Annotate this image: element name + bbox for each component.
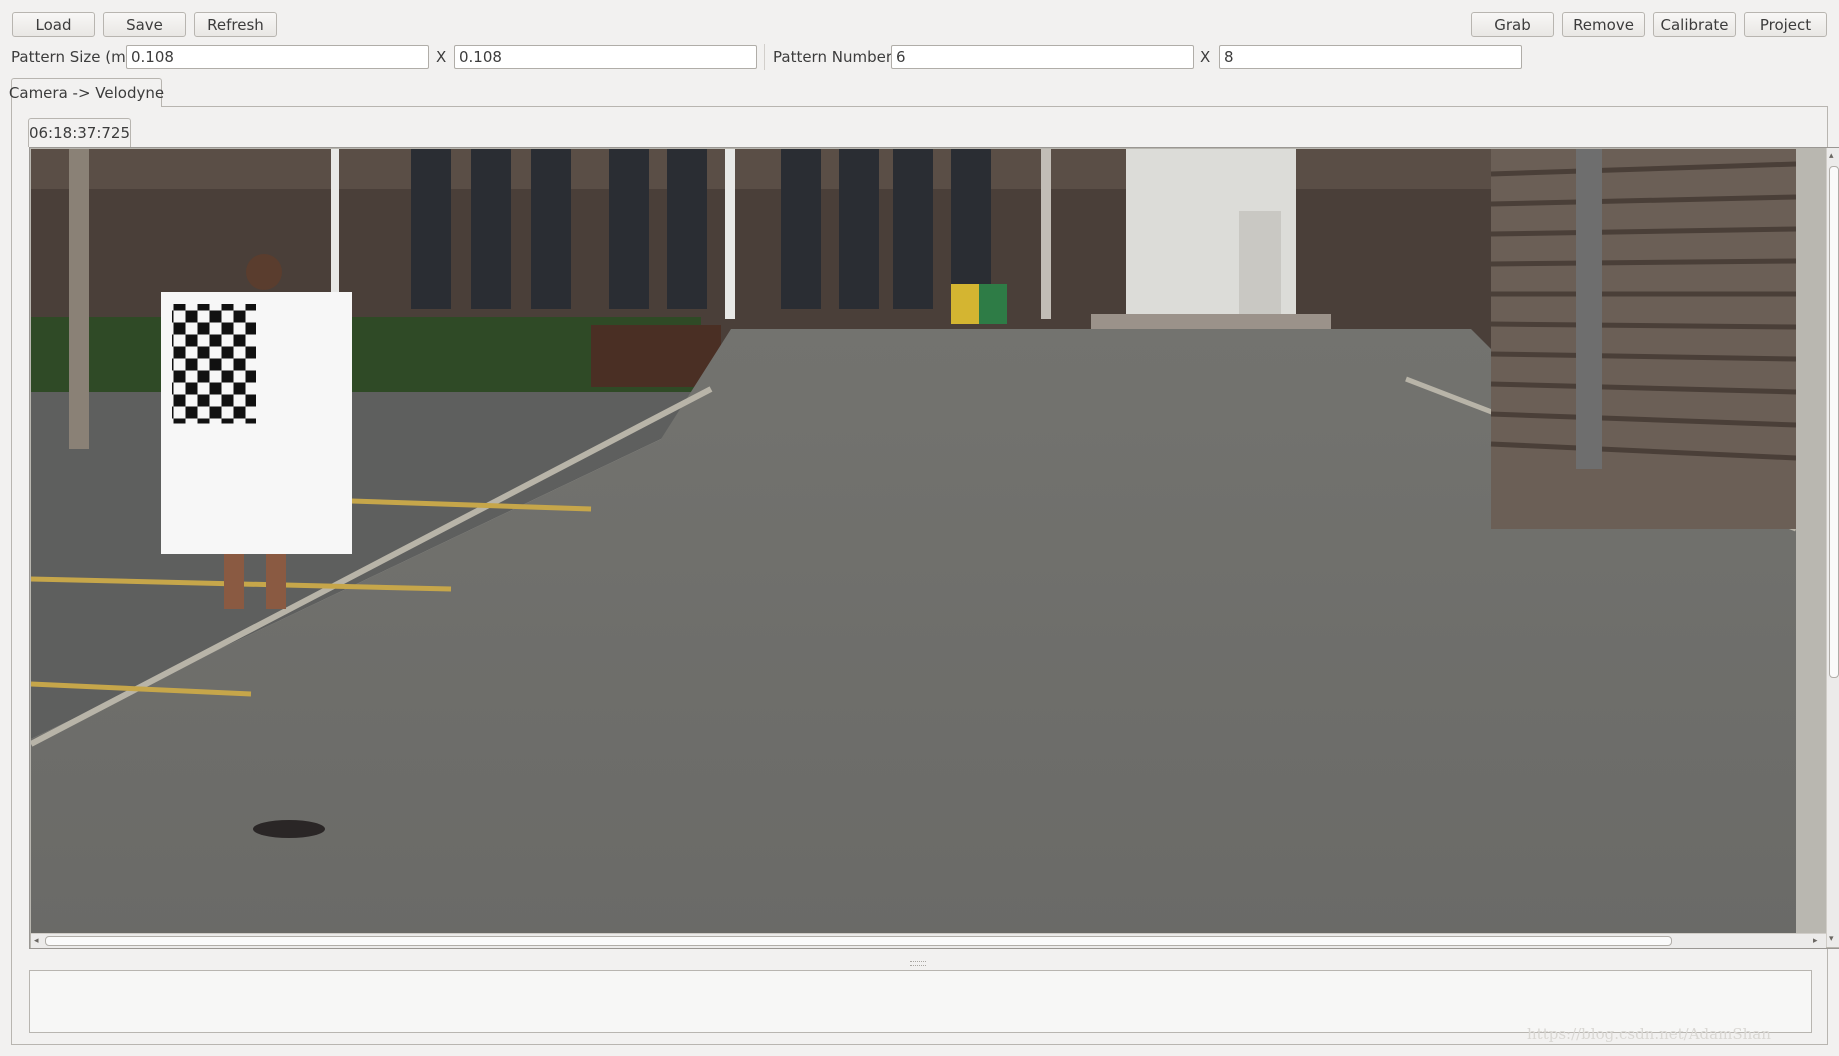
pattern-number-label: Pattern Number <box>773 48 892 66</box>
pattern-size-label: Pattern Size (m) <box>11 48 132 66</box>
horizontal-scrollbar[interactable]: ◂ ▸ <box>31 933 1826 948</box>
pattern-size-width-input[interactable] <box>126 45 429 69</box>
tab-frame-timestamp[interactable]: 06:18:37:725 <box>28 118 131 147</box>
pattern-size-separator: X <box>436 48 447 66</box>
pattern-size-height-input[interactable] <box>454 45 757 69</box>
calibrate-button[interactable]: Calibrate <box>1653 12 1736 37</box>
log-output-area[interactable] <box>29 970 1812 1033</box>
project-button[interactable]: Project <box>1744 12 1827 37</box>
tab-camera-velodyne-label: Camera -> Velodyne <box>8 84 165 102</box>
tab-camera-velodyne[interactable]: Camera -> Velodyne <box>8 78 165 107</box>
scroll-down-icon[interactable]: ▾ <box>1829 934 1834 944</box>
scroll-up-icon[interactable]: ▴ <box>1829 151 1834 161</box>
toolbar-separator <box>764 44 765 70</box>
pattern-number-separator: X <box>1200 48 1211 66</box>
pattern-number-rows-input[interactable] <box>1219 45 1522 69</box>
refresh-button[interactable]: Refresh <box>194 12 277 37</box>
splitter-handle[interactable] <box>910 961 926 966</box>
pattern-number-cols-input[interactable] <box>891 45 1194 69</box>
tab-frame-timestamp-label: 06:18:37:725 <box>28 124 131 142</box>
grab-button[interactable]: Grab <box>1471 12 1554 37</box>
save-button[interactable]: Save <box>103 12 186 37</box>
vertical-scroll-thumb[interactable] <box>1829 166 1839 678</box>
watermark: https://blog.csdn.net/AdamShan <box>1527 1025 1771 1043</box>
camera-image <box>31 149 1796 948</box>
image-viewport[interactable]: ▴ ▾ ◂ ▸ <box>29 147 1839 949</box>
scroll-right-icon[interactable]: ▸ <box>1813 936 1818 946</box>
remove-button[interactable]: Remove <box>1562 12 1645 37</box>
scroll-left-icon[interactable]: ◂ <box>34 936 39 946</box>
horizontal-scroll-thumb[interactable] <box>45 936 1672 946</box>
vertical-scrollbar[interactable]: ▴ ▾ <box>1826 148 1839 947</box>
load-button[interactable]: Load <box>12 12 95 37</box>
